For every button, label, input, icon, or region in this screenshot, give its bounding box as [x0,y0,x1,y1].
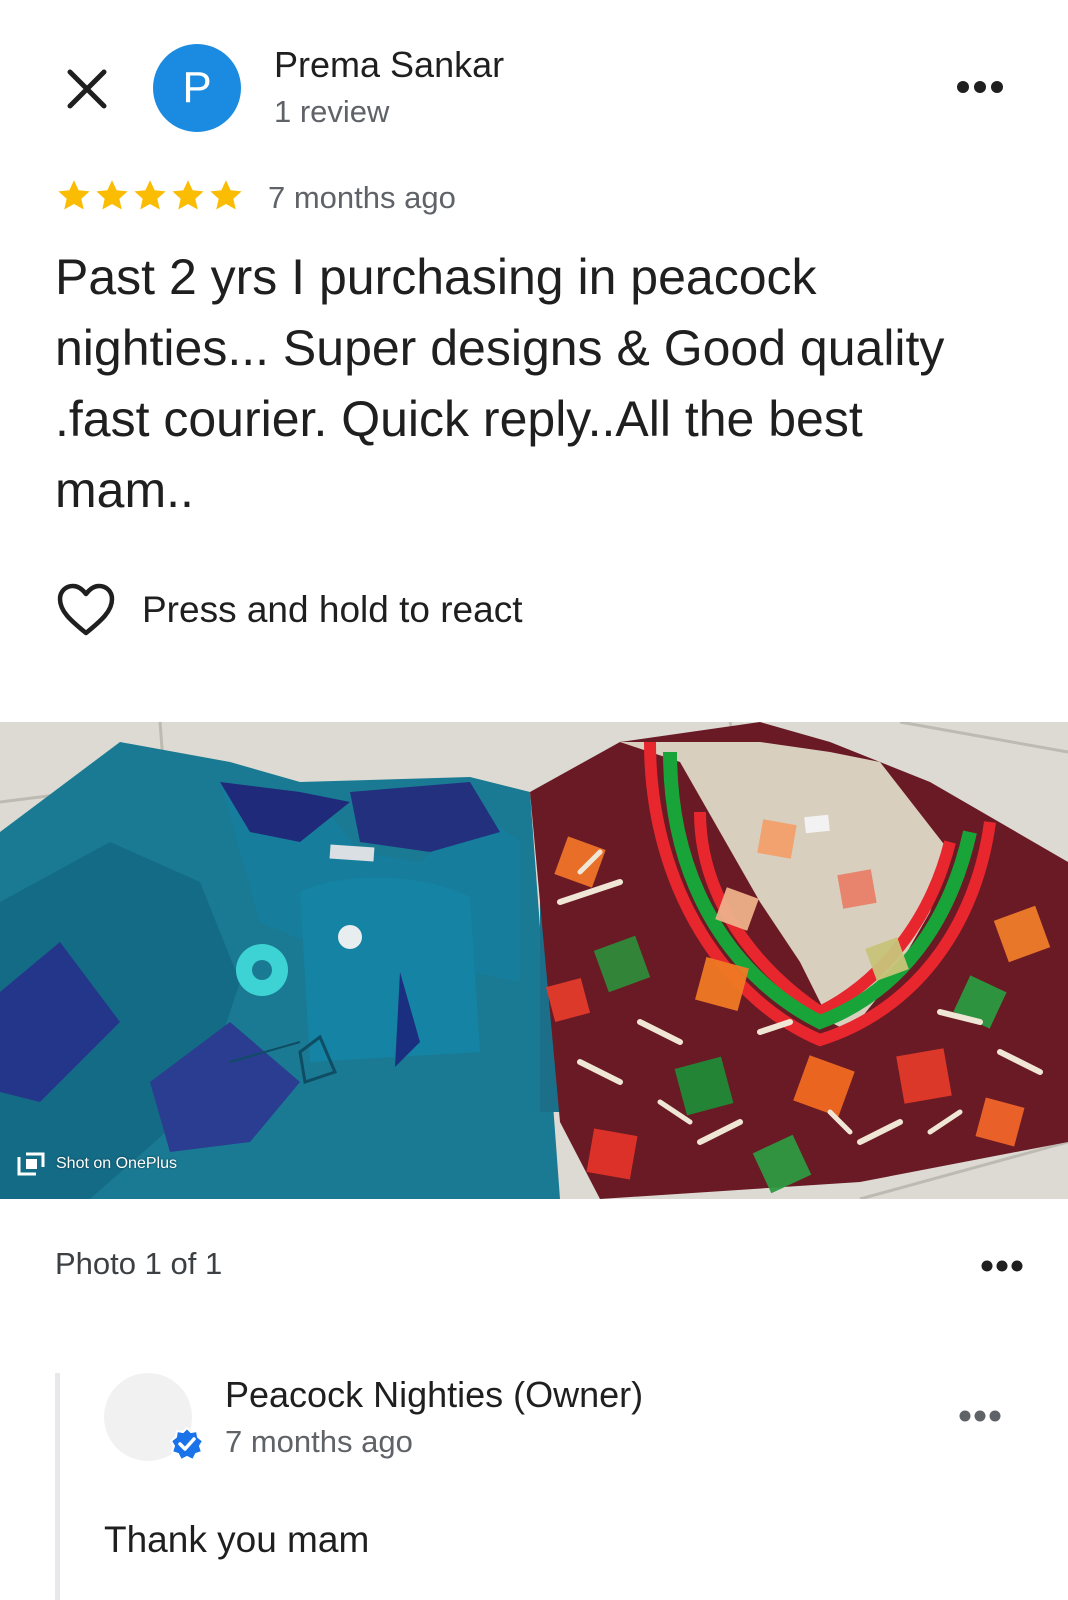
reviewer-initial: P [182,63,212,112]
star-icon [96,180,128,210]
owner-name: Peacock Nighties (Owner) [225,1374,644,1415]
reviewer-avatar[interactable]: P [153,44,241,132]
star-icon [172,180,204,210]
nighties-photo-illustration [0,722,1068,1199]
reply-more-button[interactable] [950,1396,1010,1436]
more-horizontal-icon [981,1260,1023,1272]
reply-divider [55,1373,60,1600]
react-button[interactable]: Press and hold to react [56,582,523,638]
more-horizontal-icon [957,81,1003,93]
close-icon [67,69,107,109]
star-icon [58,180,90,210]
more-horizontal-icon [959,1410,1001,1422]
star-icon [210,180,242,210]
owner-reply-text: Thank you mam [104,1519,370,1560]
photo-counter: Photo 1 of 1 [55,1246,223,1281]
star-icon [134,180,166,210]
react-label: Press and hold to react [142,589,523,630]
verified-badge-icon [170,1427,204,1461]
review-more-button[interactable] [950,67,1010,107]
watermark-text: Shot on OnePlus [56,1155,177,1172]
photo-more-button[interactable] [972,1246,1032,1286]
review-text: Past 2 yrs I purchasing in peacock night… [55,249,945,518]
review-sheet: P Prema Sankar 1 review 7 months ago Pas… [0,0,1068,1600]
owner-reply-time: 7 months ago [225,1424,413,1459]
review-time: 7 months ago [268,180,456,215]
reviewer-name[interactable]: Prema Sankar [274,44,504,86]
heart-outline-icon [57,583,115,636]
close-button[interactable] [58,60,116,118]
reviewer-review-count: 1 review [274,94,390,129]
review-photo[interactable]: Shot on OnePlus [0,722,1068,1199]
photo-watermark: Shot on OnePlus [16,1151,177,1177]
oneplus-logo-icon [17,1152,45,1176]
star-rating [56,178,244,214]
